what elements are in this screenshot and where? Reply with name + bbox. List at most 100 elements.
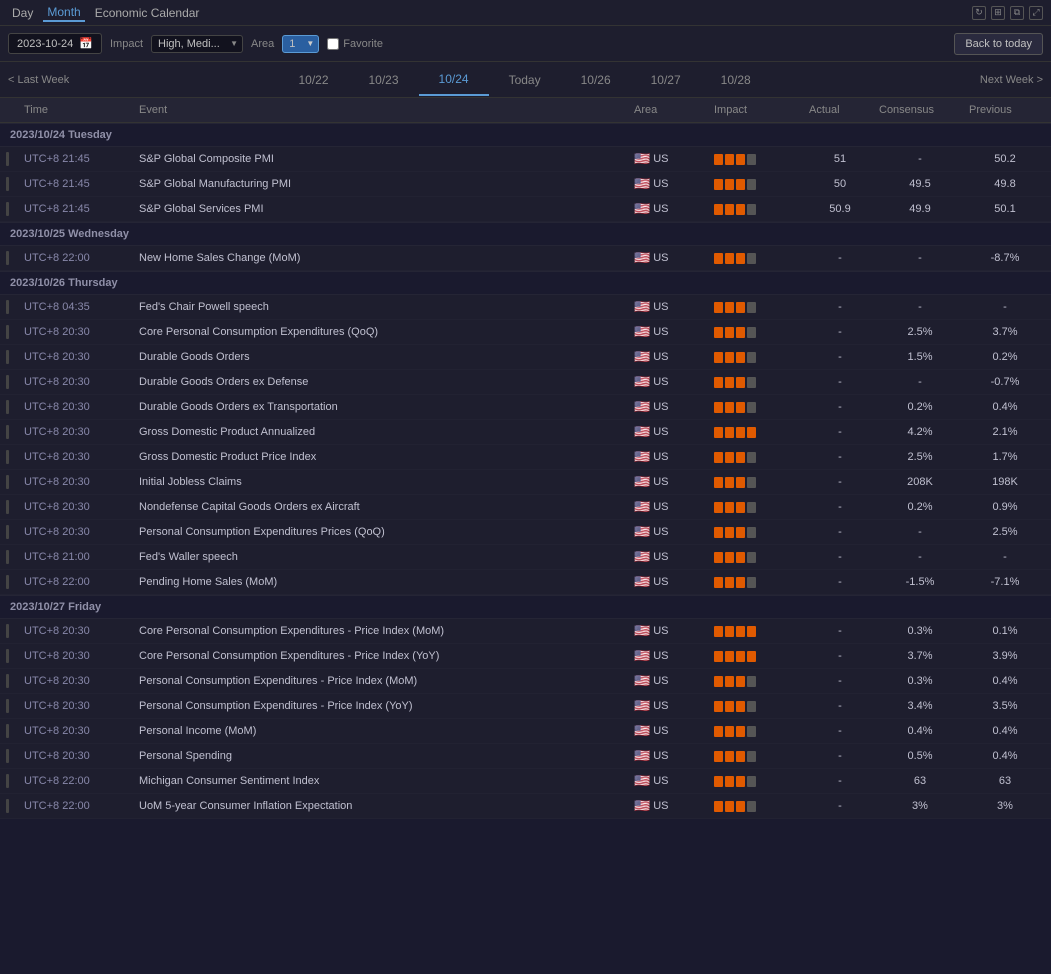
row-previous: 49.8 (965, 178, 1045, 190)
row-consensus: 49.5 (875, 178, 965, 190)
area-code: US (653, 576, 668, 588)
table-row[interactable]: UTC+8 22:00Michigan Consumer Sentiment I… (0, 769, 1051, 794)
prev-week-button[interactable]: < Last Week (8, 74, 69, 86)
impact-bar (714, 179, 723, 190)
row-event: S&P Global Services PMI (135, 203, 630, 215)
flag-icon: 🇺🇸 (634, 250, 650, 266)
back-today-button[interactable]: Back to today (954, 33, 1043, 55)
table-row[interactable]: UTC+8 20:30Personal Spending🇺🇸US-0.5%0.4… (0, 744, 1051, 769)
table-row[interactable]: UTC+8 20:30Durable Goods Orders🇺🇸US-1.5%… (0, 345, 1051, 370)
row-time: UTC+8 20:30 (20, 526, 135, 538)
table-row[interactable]: UTC+8 20:30Personal Income (MoM)🇺🇸US-0.4… (0, 719, 1051, 744)
table-row[interactable]: UTC+8 04:35Fed's Chair Powell speech🇺🇸US… (0, 295, 1051, 320)
impact-bar (725, 502, 734, 513)
impact-bar (747, 253, 756, 264)
table-row[interactable]: UTC+8 20:30Initial Jobless Claims🇺🇸US-20… (0, 470, 1051, 495)
table-row[interactable]: UTC+8 20:30Nondefense Capital Goods Orde… (0, 495, 1051, 520)
row-actual: - (805, 700, 875, 712)
row-previous: 198K (965, 476, 1045, 488)
table-row[interactable]: UTC+8 20:30Gross Domestic Product Annual… (0, 420, 1051, 445)
nav-date-1026[interactable]: 10/26 (561, 65, 631, 95)
row-impact (710, 527, 805, 538)
table-row[interactable]: UTC+8 21:45S&P Global Composite PMI🇺🇸US5… (0, 147, 1051, 172)
table-row[interactable]: UTC+8 20:30Core Personal Consumption Exp… (0, 644, 1051, 669)
row-event: Core Personal Consumption Expenditures (… (135, 326, 630, 338)
area-select-wrapper[interactable]: 1 ▼ (282, 35, 319, 53)
favorite-checkbox[interactable] (327, 38, 339, 50)
nav-date-1027[interactable]: 10/27 (631, 65, 701, 95)
favorite-checkbox-label[interactable]: Favorite (327, 38, 383, 50)
table-row[interactable]: UTC+8 20:30Core Personal Consumption Exp… (0, 320, 1051, 345)
impact-bar (736, 302, 745, 313)
impact-bar (725, 801, 734, 812)
impact-bar (736, 452, 745, 463)
view-icon[interactable]: ⊞ (991, 6, 1005, 20)
row-indicator (6, 799, 9, 813)
table-row[interactable]: UTC+8 20:30Personal Consumption Expendit… (0, 694, 1051, 719)
impact-bar (736, 154, 745, 165)
row-event: Initial Jobless Claims (135, 476, 630, 488)
tab-day[interactable]: Day (8, 5, 37, 21)
row-area: 🇺🇸US (630, 623, 710, 639)
row-area: 🇺🇸US (630, 250, 710, 266)
row-previous: 2.1% (965, 426, 1045, 438)
table-row[interactable]: UTC+8 21:45S&P Global Manufacturing PMI🇺… (0, 172, 1051, 197)
row-event: Personal Consumption Expenditures Prices… (135, 526, 630, 538)
impact-bar (747, 577, 756, 588)
row-previous: 3.5% (965, 700, 1045, 712)
row-consensus: 4.2% (875, 426, 965, 438)
impact-bar (725, 751, 734, 762)
row-indicator (6, 202, 9, 216)
row-indicator (6, 251, 9, 265)
row-indicator (6, 450, 9, 464)
impact-bar (725, 352, 734, 363)
row-impact (710, 502, 805, 513)
th-time: Time (20, 104, 135, 116)
impact-select-wrapper[interactable]: High, Medi... ▼ (151, 35, 243, 53)
area-code: US (653, 750, 668, 762)
table-row[interactable]: UTC+8 20:30Durable Goods Orders ex Trans… (0, 395, 1051, 420)
row-event: Fed's Waller speech (135, 551, 630, 563)
impact-bar (747, 402, 756, 413)
table-row[interactable]: UTC+8 22:00UoM 5-year Consumer Inflation… (0, 794, 1051, 819)
next-week-button[interactable]: Next Week > (980, 74, 1043, 86)
row-time: UTC+8 20:30 (20, 650, 135, 662)
refresh-icon[interactable]: ↻ (972, 6, 986, 20)
row-area: 🇺🇸US (630, 151, 710, 167)
area-code: US (653, 625, 668, 637)
row-area: 🇺🇸US (630, 324, 710, 340)
row-previous: 3.7% (965, 326, 1045, 338)
impact-bar (747, 651, 756, 662)
impact-bar (714, 452, 723, 463)
split-icon[interactable]: ⧉ (1010, 6, 1024, 20)
nav-date-1022[interactable]: 10/22 (278, 65, 348, 95)
table-row[interactable]: UTC+8 21:45S&P Global Services PMI🇺🇸US50… (0, 197, 1051, 222)
table-row[interactable]: UTC+8 22:00New Home Sales Change (MoM)🇺🇸… (0, 246, 1051, 271)
row-time: UTC+8 20:30 (20, 501, 135, 513)
flag-icon: 🇺🇸 (634, 324, 650, 340)
table-row[interactable]: UTC+8 20:30Core Personal Consumption Exp… (0, 619, 1051, 644)
nav-bar: < Last Week 10/22 10/23 10/24 Today 10/2… (0, 62, 1051, 98)
nav-date-1023[interactable]: 10/23 (349, 65, 419, 95)
area-label: Area (251, 38, 274, 50)
table-row[interactable]: UTC+8 22:00Pending Home Sales (MoM)🇺🇸US-… (0, 570, 1051, 595)
nav-today[interactable]: Today (489, 65, 561, 95)
tab-month[interactable]: Month (43, 4, 84, 22)
table-row[interactable]: UTC+8 20:30Durable Goods Orders ex Defen… (0, 370, 1051, 395)
row-time: UTC+8 20:30 (20, 675, 135, 687)
table-row[interactable]: UTC+8 20:30Personal Consumption Expendit… (0, 669, 1051, 694)
row-previous: 0.1% (965, 625, 1045, 637)
table-row[interactable]: UTC+8 21:00Fed's Waller speech🇺🇸US--- (0, 545, 1051, 570)
date-picker[interactable]: 2023-10-24 📅 (8, 33, 102, 54)
nav-date-1024[interactable]: 10/24 (419, 64, 489, 96)
table-row[interactable]: UTC+8 20:30Personal Consumption Expendit… (0, 520, 1051, 545)
row-previous: -0.7% (965, 376, 1045, 388)
row-consensus: - (875, 301, 965, 313)
table-row[interactable]: UTC+8 20:30Gross Domestic Product Price … (0, 445, 1051, 470)
row-actual: - (805, 650, 875, 662)
impact-select[interactable]: High, Medi... (151, 35, 243, 53)
row-time: UTC+8 20:30 (20, 376, 135, 388)
nav-date-1028[interactable]: 10/28 (701, 65, 771, 95)
expand-icon[interactable]: ⤢ (1029, 6, 1043, 20)
area-select[interactable]: 1 (282, 35, 319, 53)
